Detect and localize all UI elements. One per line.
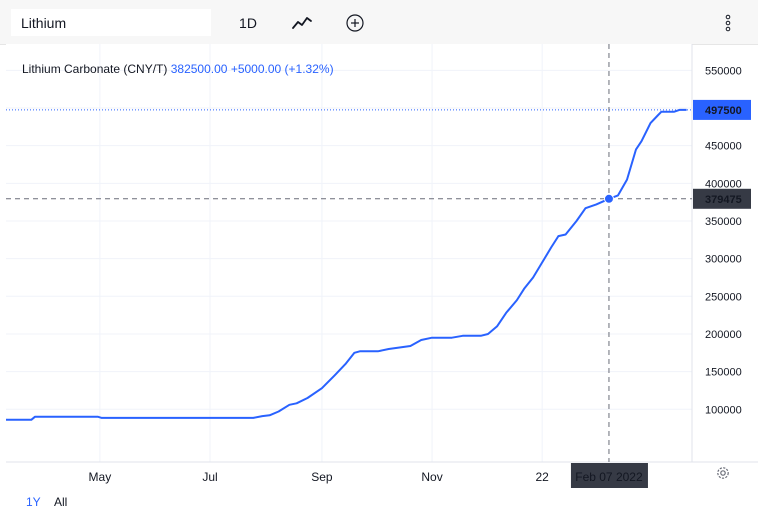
crosshair-date-label: Feb 07 2022	[575, 470, 643, 484]
range-bar: 1Y All	[0, 489, 758, 517]
last-price-label: 497500	[705, 105, 742, 117]
crosshair-point	[603, 193, 614, 204]
y-tick-label: 550000	[705, 65, 742, 77]
y-tick-label: 450000	[705, 141, 742, 153]
plot-area	[6, 44, 692, 462]
legend-change: +5000.00	[230, 62, 282, 76]
x-tick-label: 22	[535, 470, 549, 484]
plus-circle-icon[interactable]	[344, 12, 366, 34]
line-chart-icon[interactable]	[290, 12, 314, 34]
y-tick-label: 350000	[705, 216, 742, 228]
x-tick-label: Sep	[311, 470, 333, 484]
x-tick-label: May	[89, 470, 112, 484]
gear-icon[interactable]	[714, 464, 732, 482]
y-tick-label: 400000	[705, 178, 742, 190]
toolbar: 1D	[0, 0, 758, 45]
x-tick-label: Jul	[202, 470, 217, 484]
x-tick-label: Nov	[421, 470, 442, 484]
legend-symbol-name: Lithium Carbonate (CNY/T)	[22, 62, 168, 76]
legend-change-percent: (+1.32%)	[284, 62, 334, 76]
price-chart[interactable]: 100000 150000 200000 250000 300000 350000 4000…	[0, 44, 758, 489]
range-1y-button[interactable]: 1Y	[26, 495, 41, 509]
symbol-search-input[interactable]	[11, 9, 211, 36]
legend-price: 382500.00	[170, 62, 228, 76]
y-tick-label: 250000	[705, 291, 742, 303]
interval-button[interactable]: 1D	[232, 12, 264, 34]
y-tick-label: 150000	[705, 367, 742, 379]
y-tick-label: 200000	[705, 329, 742, 341]
chart-legend: Lithium Carbonate (CNY/T) 382500.00 +500…	[22, 62, 334, 76]
y-tick-label: 100000	[705, 404, 742, 416]
y-tick-label: 300000	[705, 254, 742, 266]
crosshair-price-label: 379475	[705, 194, 742, 206]
range-all-button[interactable]: All	[54, 495, 67, 509]
vertical-dots-icon[interactable]	[720, 11, 736, 35]
